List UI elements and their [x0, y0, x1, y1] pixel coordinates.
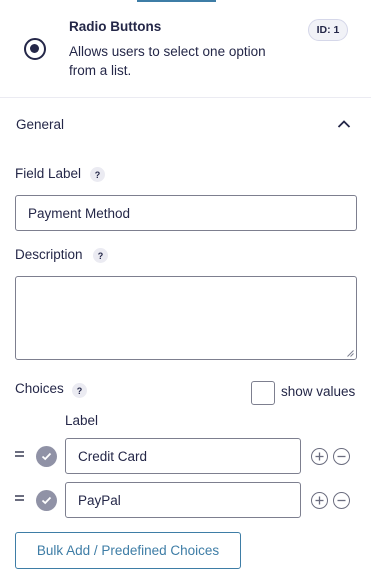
field-type-name: Radio Buttons — [69, 19, 162, 34]
show-values-label: show values — [281, 384, 356, 399]
add-choice-button[interactable] — [311, 448, 328, 465]
plus-icon — [315, 452, 324, 461]
checkmark-icon — [41, 496, 52, 505]
description-help-icon[interactable]: ? — [93, 248, 108, 263]
show-values-checkbox[interactable] — [251, 381, 275, 405]
field-label-heading: Field Label — [15, 166, 82, 181]
field-id-badge: ID: 1 — [308, 19, 348, 41]
section-title: General — [16, 117, 65, 132]
minus-icon — [337, 499, 346, 502]
checkmark-icon — [41, 452, 52, 461]
description-textarea[interactable] — [15, 276, 357, 360]
field-label-help-icon[interactable]: ? — [90, 167, 105, 182]
description-heading: Description — [15, 247, 83, 262]
choice-row — [0, 438, 371, 474]
choices-column-label: Label — [65, 413, 99, 428]
drag-handle-icon[interactable] — [15, 494, 24, 502]
minus-icon — [337, 455, 346, 458]
field-type-header: Radio Buttons Allows users to select one… — [0, 0, 371, 98]
resize-grip-icon[interactable] — [347, 350, 354, 357]
radio-icon — [24, 38, 46, 60]
choice-default-toggle[interactable] — [36, 446, 57, 467]
choice-label-input[interactable] — [65, 438, 301, 474]
choices-help-icon[interactable]: ? — [72, 383, 87, 398]
choice-label-input[interactable] — [65, 482, 301, 518]
add-choice-button[interactable] — [311, 492, 328, 509]
bulk-add-button[interactable]: Bulk Add / Predefined Choices — [15, 532, 241, 569]
remove-choice-button[interactable] — [333, 492, 350, 509]
choice-default-toggle[interactable] — [36, 490, 57, 511]
field-type-description: Allows users to select one option from a… — [69, 44, 266, 78]
choice-row — [0, 482, 371, 518]
drag-handle-icon[interactable] — [15, 450, 24, 458]
field-label-input[interactable] — [15, 195, 357, 231]
chevron-up-icon[interactable] — [337, 119, 351, 129]
general-section-header[interactable]: General — [0, 98, 371, 152]
plus-icon — [315, 496, 324, 505]
remove-choice-button[interactable] — [333, 448, 350, 465]
choices-heading: Choices — [15, 381, 64, 396]
